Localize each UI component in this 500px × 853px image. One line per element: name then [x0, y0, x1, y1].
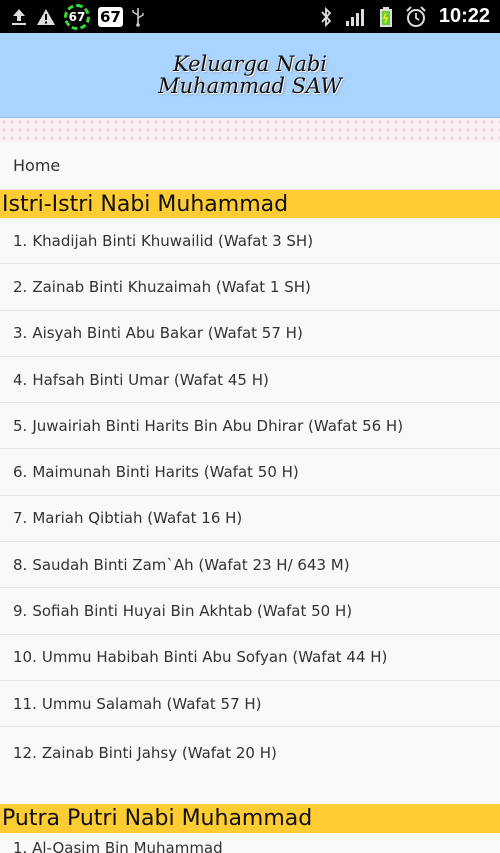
list-item-label: Juwairiah Binti Harits Bin Abu Dhirar (W… — [32, 416, 404, 435]
warning-icon — [36, 8, 56, 26]
main-content: Home Istri-Istri Nabi Muhammad 1. Khadija… — [0, 142, 500, 779]
list-item-number: 7. — [13, 509, 28, 528]
list-item-number: 5. — [13, 416, 28, 435]
status-bar-clock: 10:22 — [438, 5, 490, 27]
list-item-label: Ummu Habibah Binti Abu Sofyan (Wafat 44 … — [41, 648, 388, 667]
list-item[interactable]: 5. Juwairiah Binti Harits Bin Abu Dhirar … — [0, 403, 500, 450]
list-item-label: Aisyah Binti Abu Bakar (Wafat 57 H) — [32, 324, 303, 343]
home-link[interactable]: Home — [0, 142, 500, 190]
alarm-icon — [405, 5, 427, 28]
battery-icon — [379, 6, 393, 28]
list-item-number: 2. — [13, 277, 28, 296]
list-item-number: 6. — [13, 463, 28, 482]
section-putra-putri: Putra Putri Nabi Muhammad 1. Al-Qasim Bi… — [0, 804, 500, 853]
list-item[interactable]: 8. Saudah Binti Zam`Ah (Wafat 23 H/ 643 M… — [0, 542, 500, 589]
list-item[interactable]: 12. Zainab Binti Jahsy (Wafat 20 H) — [0, 727, 500, 779]
list-item-number: 1. — [13, 231, 28, 250]
list-item-number: 9. — [13, 602, 28, 621]
list-item-label: Mariah Qibtiah (Wafat 16 H) — [32, 509, 243, 528]
status-bar-left: 67 67 — [10, 3, 145, 30]
badge-icon: 67 — [98, 6, 123, 27]
list-item-number: 4. — [13, 370, 28, 389]
list-item[interactable]: 2. Zainab Binti Khuzaimah (Wafat 1 SH) — [0, 264, 500, 311]
list-item[interactable]: 9. Sofiah Binti Huyai Bin Akhtab (Wafat 5… — [0, 588, 500, 635]
list-item-label: Maimunah Binti Harits (Wafat 50 H) — [32, 463, 299, 482]
list-item-label: Khadijah Binti Khuwailid (Wafat 3 SH) — [32, 231, 314, 250]
signal-icon — [345, 7, 367, 27]
list-item[interactable]: 10. Ummu Habibah Binti Abu Sofyan (Wafat … — [0, 635, 500, 681]
status-bar-right: 10:22 — [319, 3, 490, 30]
list-item-label: Ummu Salamah (Wafat 57 H) — [41, 694, 262, 713]
list-item-label: Zainab Binti Jahsy (Wafat 20 H) — [41, 744, 277, 763]
istri-list: 1. Khadijah Binti Khuwailid (Wafat 3 SH) … — [0, 218, 500, 779]
usb-icon — [131, 7, 145, 27]
list-item-number: 12. — [13, 744, 37, 763]
list-item-label: Sofiah Binti Huyai Bin Akhtab (Wafat 50 … — [32, 602, 353, 621]
list-item-partial[interactable]: 1. Al-Qasim Bin Muhammad — [0, 833, 500, 853]
list-item[interactable]: 11. Ummu Salamah (Wafat 57 H) — [0, 681, 500, 728]
app-header: Keluarga Nabi Muhammad SAW — [0, 33, 500, 118]
list-item[interactable]: 4. Hafsah Binti Umar (Wafat 45 H) — [0, 357, 500, 404]
list-item-number: 8. — [13, 555, 28, 574]
app-title-line1: Keluarga Nabi — [172, 52, 328, 76]
list-item-number: 3. — [13, 324, 28, 343]
status-bar: 67 67 10:22 — [0, 0, 500, 33]
list-item-number: 11. — [13, 694, 37, 713]
decorative-pattern-strip — [0, 118, 500, 142]
app-title: Keluarga Nabi Muhammad SAW — [158, 53, 342, 97]
list-item[interactable]: 3. Aisyah Binti Abu Bakar (Wafat 57 H) — [0, 311, 500, 357]
app-title-line2: Muhammad SAW — [158, 74, 342, 98]
list-item-label: Zainab Binti Khuzaimah (Wafat 1 SH) — [32, 277, 311, 296]
list-item-label: Saudah Binti Zam`Ah (Wafat 23 H/ 643 M) — [32, 555, 350, 574]
list-item[interactable]: 1. Khadijah Binti Khuwailid (Wafat 3 SH) — [0, 218, 500, 265]
list-item[interactable]: 6. Maimunah Binti Harits (Wafat 50 H) — [0, 449, 500, 496]
list-item[interactable]: 7. Mariah Qibtiah (Wafat 16 H) — [0, 496, 500, 543]
battery-circle-icon: 67 — [64, 3, 90, 30]
list-item-label: Hafsah Binti Umar (Wafat 45 H) — [32, 370, 269, 389]
section-header-istri: Istri-Istri Nabi Muhammad — [0, 190, 500, 218]
list-item-number: 10. — [13, 648, 37, 667]
section-header-putra-putri: Putra Putri Nabi Muhammad — [0, 804, 500, 833]
bluetooth-icon — [319, 6, 333, 28]
upload-icon — [10, 7, 28, 27]
